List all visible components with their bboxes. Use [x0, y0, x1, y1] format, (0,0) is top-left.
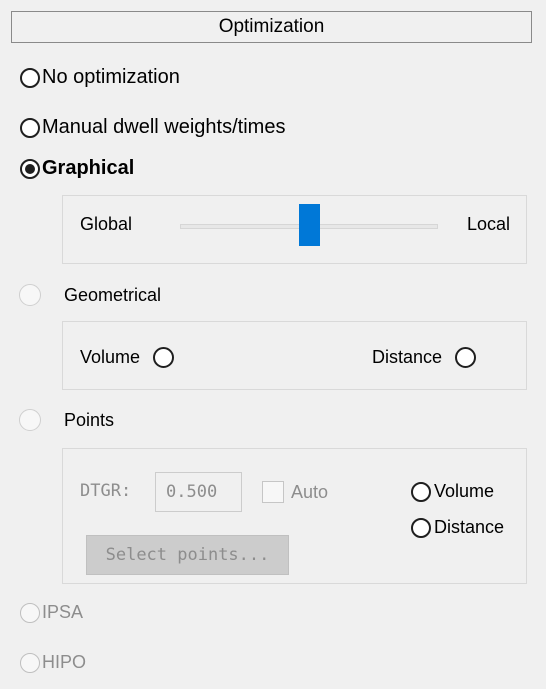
global-label: Global	[80, 214, 133, 234]
points-option[interactable]: Points	[19, 409, 114, 431]
geometrical-radio[interactable]	[19, 284, 41, 306]
points-volume-radio[interactable]	[411, 481, 431, 502]
geometrical-distance-radio[interactable]	[455, 347, 477, 368]
points-radio[interactable]	[19, 409, 41, 431]
points-volume-option[interactable]: Volume	[411, 481, 494, 502]
hipo-label: HIPO	[42, 652, 87, 672]
ipsa-label: IPSA	[42, 602, 84, 622]
geometrical-option[interactable]: Geometrical	[19, 284, 161, 306]
points-distance-radio[interactable]	[411, 517, 431, 538]
hipo-option[interactable]: HIPO	[20, 652, 86, 673]
geometrical-distance-option[interactable]: Distance	[372, 347, 477, 368]
geometrical-volume-option[interactable]: Volume	[80, 347, 175, 368]
graphical-label: Graphical	[42, 157, 135, 179]
optimization-title: Optimization	[218, 16, 325, 37]
ipsa-radio[interactable]	[20, 602, 40, 623]
no-optimization-label: No optimization	[42, 66, 180, 88]
graphical-option[interactable]: Graphical	[20, 157, 134, 180]
optimization-header: Optimization	[11, 11, 532, 43]
geometrical-distance-label: Distance	[372, 347, 443, 367]
points-distance-label: Distance	[434, 517, 505, 537]
ipsa-option[interactable]: IPSA	[20, 602, 83, 623]
points-label: Points	[64, 409, 115, 430]
dtgr-value: 0.500	[166, 482, 218, 502]
points-distance-option[interactable]: Distance	[411, 517, 504, 538]
no-optimization-option[interactable]: No optimization	[20, 66, 180, 89]
select-points-label: Select points...	[105, 545, 270, 565]
auto-checkbox[interactable]	[262, 481, 284, 503]
graphical-radio[interactable]	[20, 158, 40, 179]
dtgr-label: DTGR:	[80, 481, 132, 501]
manual-dwell-option[interactable]: Manual dwell weights/times	[20, 116, 285, 139]
manual-dwell-radio[interactable]	[20, 117, 40, 138]
auto-label: Auto	[291, 482, 329, 502]
dtgr-input[interactable]: 0.500	[155, 472, 242, 512]
hipo-radio[interactable]	[20, 652, 40, 673]
select-points-button[interactable]: Select points...	[86, 535, 289, 575]
geometrical-volume-radio[interactable]	[153, 347, 175, 368]
no-optimization-radio[interactable]	[20, 67, 40, 88]
global-local-slider-thumb[interactable]	[298, 204, 320, 246]
manual-dwell-label: Manual dwell weights/times	[42, 116, 286, 138]
local-label: Local	[467, 214, 511, 234]
geometrical-volume-label: Volume	[80, 347, 141, 367]
points-volume-label: Volume	[434, 481, 495, 501]
geometrical-label: Geometrical	[64, 284, 162, 305]
